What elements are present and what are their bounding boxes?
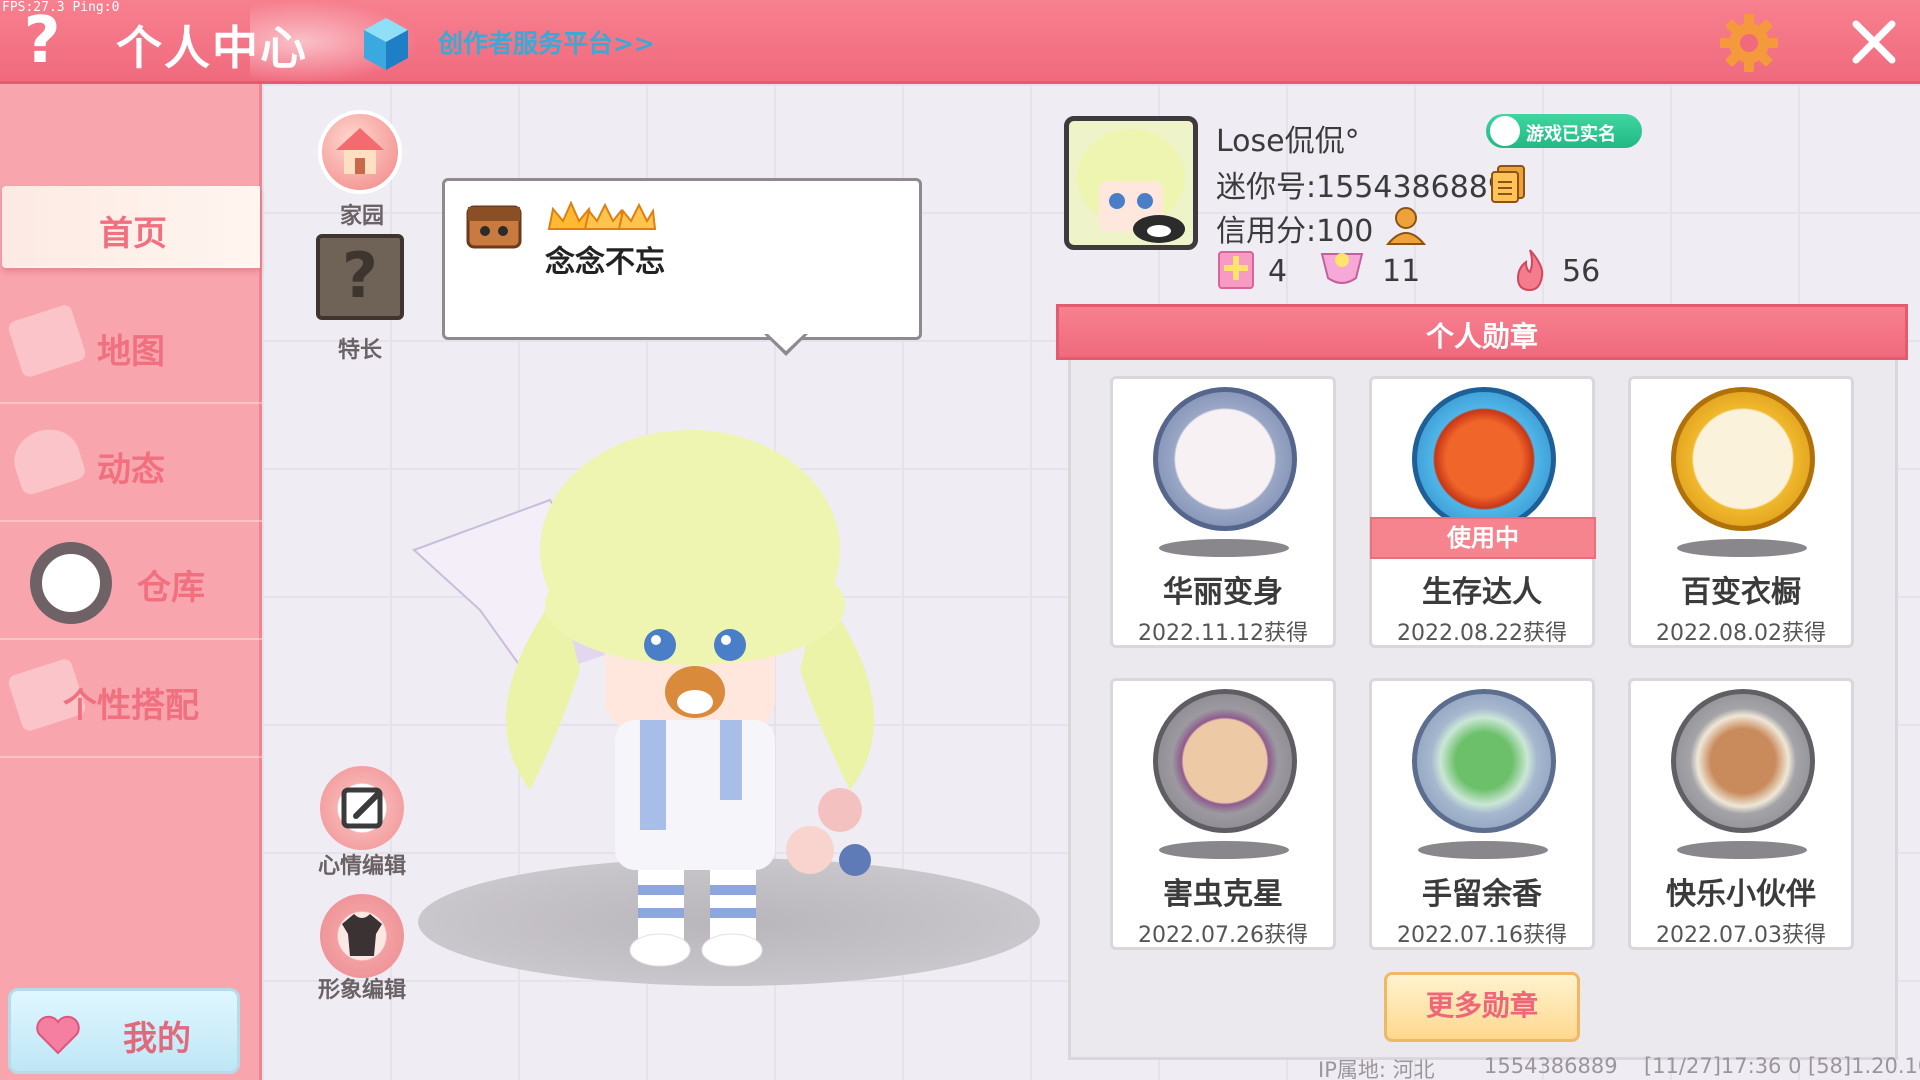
cube-icon[interactable] [362,16,410,72]
more-medals-button[interactable]: 更多勋章 [1384,972,1580,1042]
medals-header: 个人勋章 [1056,304,1908,360]
sidebar-item-home[interactable]: 首页 [2,186,260,268]
top-bar: FPS:27.3 Ping:0 ? 个人中心 创作者服务平台>> [0,0,1920,84]
me-button[interactable]: 我的 [8,988,240,1074]
sidebar-item-storage[interactable]: 仓库 [0,524,262,640]
sidebar-item-label: 首页 [99,214,167,254]
image-edit-button[interactable] [320,894,404,978]
house-icon [336,128,384,174]
medal-name: 快乐小伙伴 [1666,877,1816,912]
mood-text: 念念不忘 [545,245,665,280]
close-icon [1852,20,1896,64]
sidebar-item-label: 地图 [97,332,165,372]
gift-count: 4 [1268,254,1288,289]
page-title: 个人中心 [116,21,308,75]
help-button[interactable]: ? [14,6,70,76]
campfire-medal-icon [1412,387,1556,531]
flame-icon [1516,249,1544,292]
wardrobe-medal-icon [1671,387,1815,531]
friends-medal-icon [1671,689,1815,833]
sidebar-item-label: 动态 [97,450,165,490]
medal-date: 2022.08.22获得 [1397,621,1567,646]
medal-date: 2022.07.26获得 [1138,923,1308,948]
dinosaur-medal-icon [1153,387,1297,531]
footer-uid: 1554386889 [1484,1054,1618,1078]
popularity-count: 56 [1562,254,1601,289]
mood-bubble[interactable]: 念念不忘 [442,178,922,340]
bug-medal-icon [1153,689,1297,833]
player-name: Lose侃侃° [1216,124,1360,159]
medal-name: 百变衣橱 [1681,575,1801,610]
close-button[interactable] [1846,14,1902,70]
sidebar: 首页 地图 动态 仓库 个性搭配 [0,84,262,1080]
sidebar-item-outfit[interactable]: 个性搭配 [0,642,262,758]
crown-badges-icon [547,200,657,230]
creator-platform-link[interactable]: 创作者服务平台>> [438,24,655,60]
medal-date: 2022.07.03获得 [1656,923,1826,948]
sidebar-item-label: 仓库 [137,568,205,608]
plant-medal-icon [1412,689,1556,833]
medal-name: 生存达人 [1422,575,1542,610]
medal-card[interactable]: 手留余香 2022.07.16获得 [1369,678,1595,950]
medal-card[interactable]: 华丽变身 2022.11.12获得 [1110,376,1336,648]
ip-location: IP属地: 河北 [1318,1058,1435,1080]
home-label: 家园 [339,204,384,229]
outfit-icon [342,914,382,956]
trophy-icon [1320,253,1364,284]
question-mark-icon: ? [342,239,378,312]
medal-name: 手留余香 [1422,877,1542,912]
me-button-label: 我的 [123,1019,191,1059]
mood-edit-label: 心情编辑 [317,854,406,879]
fans-count: 11 [1382,254,1421,289]
credit-person-icon[interactable] [1384,204,1428,248]
pencil-edit-icon [341,787,383,829]
verified-badge: 游戏已实名 [1486,114,1642,148]
footer-time: [11/27]17:36 0 [1644,1054,1802,1078]
character-avatar[interactable] [410,430,970,970]
medal-card[interactable]: 害虫克星 2022.07.26获得 [1110,678,1336,950]
image-edit-label: 形象编辑 [317,978,406,1003]
copy-icon[interactable] [1490,164,1528,204]
sidebar-item-feed[interactable]: 动态 [0,406,262,522]
medal-date: 2022.11.12获得 [1138,621,1308,646]
medal-date: 2022.07.16获得 [1397,923,1567,948]
medal-name: 华丽变身 [1163,575,1283,610]
gift-icon [1218,251,1254,289]
person-icon [1490,116,1520,146]
credit-score: 信用分:100 [1216,214,1374,249]
chest-icon [466,205,522,249]
medal-card[interactable]: 百变衣橱 2022.08.02获得 [1628,376,1854,648]
mini-id: 迷你号:1554386889 [1216,170,1507,205]
in-use-badge: 使用中 [1370,517,1596,559]
footer-version: [58]1.20.10 [1808,1054,1920,1078]
sidebar-item-map[interactable]: 地图 [0,288,262,404]
talent-label: 特长 [337,338,382,363]
talent-button[interactable]: ? [316,234,404,320]
avatar[interactable] [1064,116,1198,250]
sidebar-item-label: 个性搭配 [63,686,199,726]
home-button[interactable] [318,110,402,194]
heart-icon [36,1015,80,1055]
medal-card[interactable]: 快乐小伙伴 2022.07.03获得 [1628,678,1854,950]
medal-card[interactable]: 使用中 生存达人 2022.08.22获得 [1369,376,1596,648]
medal-name: 害虫克星 [1163,877,1283,912]
bubble-tail-fill [767,333,805,351]
mood-edit-button[interactable] [320,766,404,850]
settings-button[interactable] [1718,12,1780,74]
medal-date: 2022.08.02获得 [1656,621,1826,646]
gear-icon [1720,14,1778,72]
question-mark-icon: ? [23,4,61,78]
